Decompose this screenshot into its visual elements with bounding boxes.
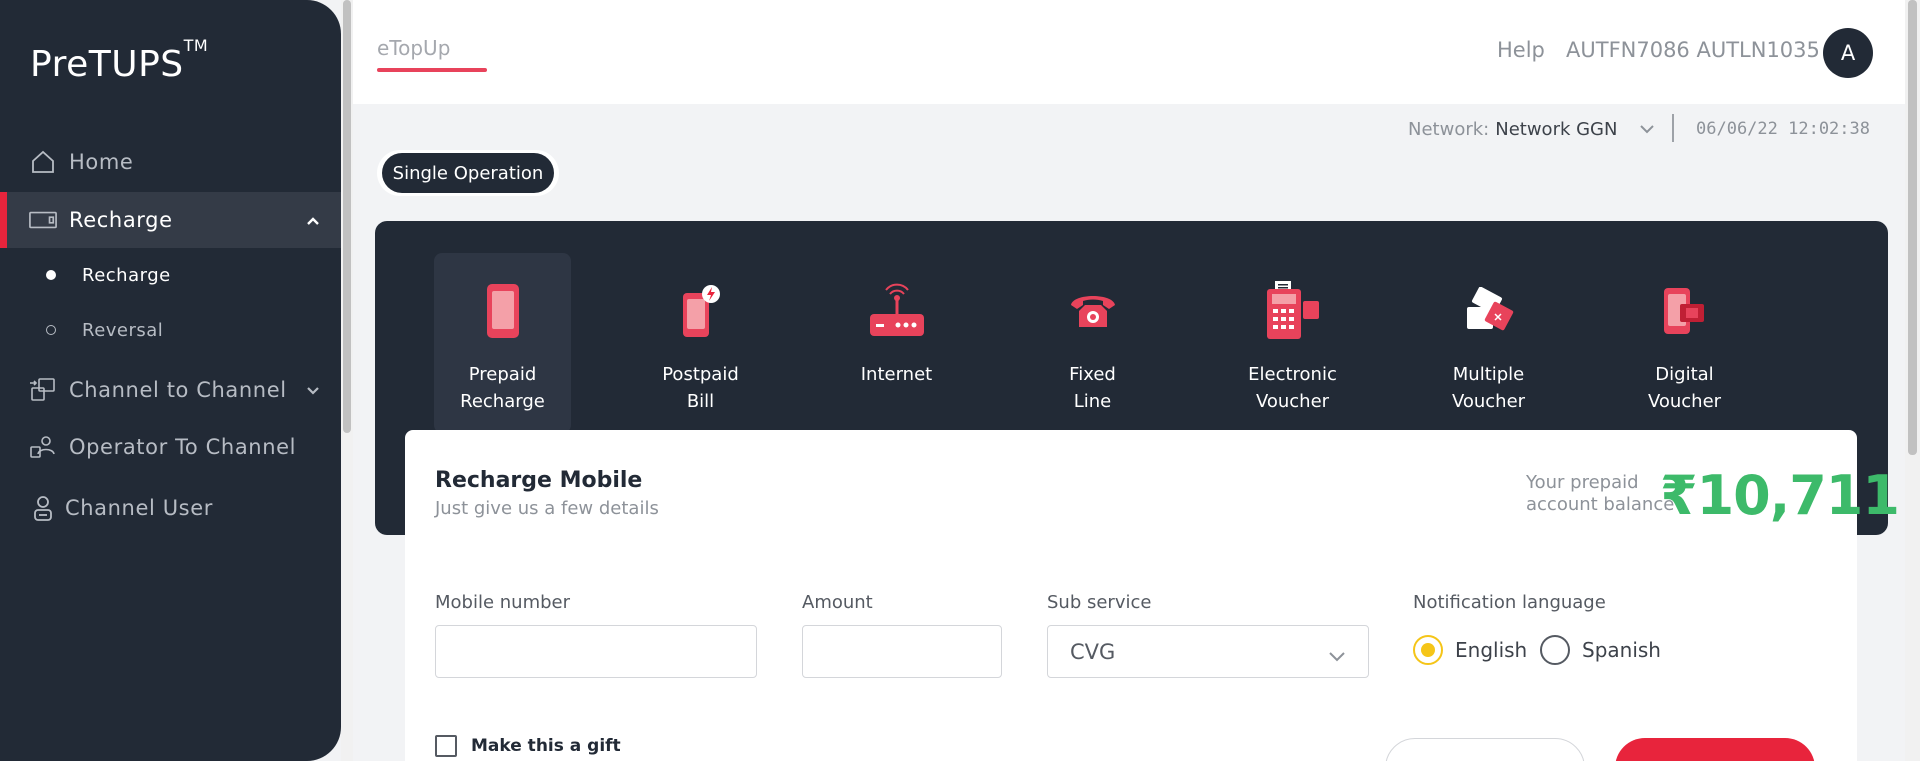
service-prepaid-recharge[interactable]: Prepaid Recharge bbox=[434, 253, 571, 437]
single-operation-button[interactable]: Single Operation bbox=[382, 153, 554, 193]
secondary-button[interactable] bbox=[1385, 738, 1585, 761]
sidebar-item-operator-to-channel[interactable]: Operator To Channel bbox=[0, 419, 341, 475]
service-internet[interactable]: Internet bbox=[828, 253, 965, 433]
sidebar-item-home[interactable]: Home bbox=[0, 134, 341, 190]
sidebar-item-recharge[interactable]: Recharge bbox=[0, 192, 341, 248]
gift-checkbox[interactable]: Make this a gift bbox=[435, 735, 621, 757]
bullet-outline-icon bbox=[46, 325, 56, 335]
tab-active-indicator bbox=[377, 68, 487, 72]
tab-etopup[interactable]: eTopUp bbox=[377, 36, 450, 60]
network-selector[interactable]: Network: Network GGN bbox=[1408, 119, 1655, 140]
user-name[interactable]: AUTFN7086 AUTLN1035 bbox=[1566, 38, 1820, 62]
telephone-icon bbox=[1024, 281, 1161, 341]
page-scrollbar[interactable] bbox=[1905, 0, 1920, 761]
notification-language-label: Notification language bbox=[1413, 592, 1606, 613]
chevron-down-icon[interactable] bbox=[305, 380, 321, 404]
mobile-number-label: Mobile number bbox=[435, 592, 571, 613]
user-icon bbox=[29, 494, 57, 522]
operation-toggle: Single Operation bbox=[377, 150, 559, 196]
form-subtitle: Just give us a few details bbox=[435, 498, 659, 519]
postpaid-bill-icon bbox=[632, 281, 769, 341]
multiple-voucher-icon bbox=[1420, 281, 1557, 341]
operator-channel-icon bbox=[29, 433, 57, 461]
sidebar: PreTUPSTM Home Recharge Recharge Reversa… bbox=[0, 0, 341, 761]
sidebar-subitem-recharge[interactable]: Recharge bbox=[0, 258, 341, 292]
header-divider bbox=[1672, 114, 1674, 142]
amount-label: Amount bbox=[802, 592, 873, 613]
primary-button[interactable] bbox=[1615, 738, 1815, 761]
service-multiple-voucher[interactable]: Multiple Voucher bbox=[1420, 253, 1557, 433]
form-title: Recharge Mobile bbox=[435, 468, 643, 493]
pos-terminal-icon bbox=[1224, 281, 1361, 341]
radio-unselected-icon bbox=[1540, 635, 1570, 665]
service-electronic-voucher[interactable]: Electronic Voucher bbox=[1224, 253, 1361, 433]
datetime-display: 06/06/22 12:02:38 bbox=[1696, 119, 1870, 139]
language-radio-spanish[interactable]: Spanish bbox=[1540, 635, 1661, 665]
app-logo: PreTUPSTM bbox=[30, 36, 209, 85]
service-postpaid-bill[interactable]: Postpaid Bill bbox=[632, 253, 769, 433]
digital-voucher-icon bbox=[1616, 281, 1753, 341]
sidebar-subitem-reversal[interactable]: Reversal bbox=[0, 313, 341, 347]
bullet-filled-icon bbox=[46, 270, 56, 280]
chevron-down-icon bbox=[1328, 644, 1346, 668]
sidebar-item-channel-user[interactable]: Channel User bbox=[0, 480, 341, 536]
sub-service-label: Sub service bbox=[1047, 592, 1152, 613]
sidebar-scrollbar-thumb[interactable] bbox=[343, 0, 351, 433]
amount-input[interactable] bbox=[802, 625, 1002, 678]
sidebar-item-channel-to-channel[interactable]: Channel to Channel bbox=[0, 362, 341, 418]
recharge-form-card: Recharge Mobile Just give us a few detai… bbox=[405, 430, 1900, 761]
top-header: eTopUp Help AUTFN7086 AUTLN1035 A bbox=[353, 0, 1905, 104]
sidebar-scrollbar[interactable] bbox=[341, 0, 353, 761]
mobile-number-input[interactable] bbox=[435, 625, 757, 678]
sub-service-select[interactable]: CVG bbox=[1047, 625, 1369, 678]
radio-selected-icon bbox=[1413, 635, 1443, 665]
page-scrollbar-thumb[interactable] bbox=[1908, 0, 1917, 455]
avatar[interactable]: A bbox=[1823, 28, 1873, 78]
checkbox-icon bbox=[435, 735, 457, 757]
recharge-icon bbox=[29, 206, 57, 234]
help-link[interactable]: Help bbox=[1497, 38, 1545, 62]
router-icon bbox=[828, 281, 965, 341]
service-digital-voucher[interactable]: Digital Voucher bbox=[1616, 253, 1753, 433]
chevron-down-icon[interactable] bbox=[1639, 119, 1655, 140]
home-icon bbox=[29, 148, 57, 176]
mobile-phone-icon bbox=[434, 281, 571, 341]
service-fixed-line[interactable]: Fixed Line bbox=[1024, 253, 1161, 433]
language-radio-english[interactable]: English bbox=[1413, 635, 1527, 665]
balance-value: ₹10,711 bbox=[1660, 464, 1900, 527]
channel-transfer-icon bbox=[29, 376, 57, 404]
chevron-up-icon[interactable] bbox=[305, 210, 321, 234]
